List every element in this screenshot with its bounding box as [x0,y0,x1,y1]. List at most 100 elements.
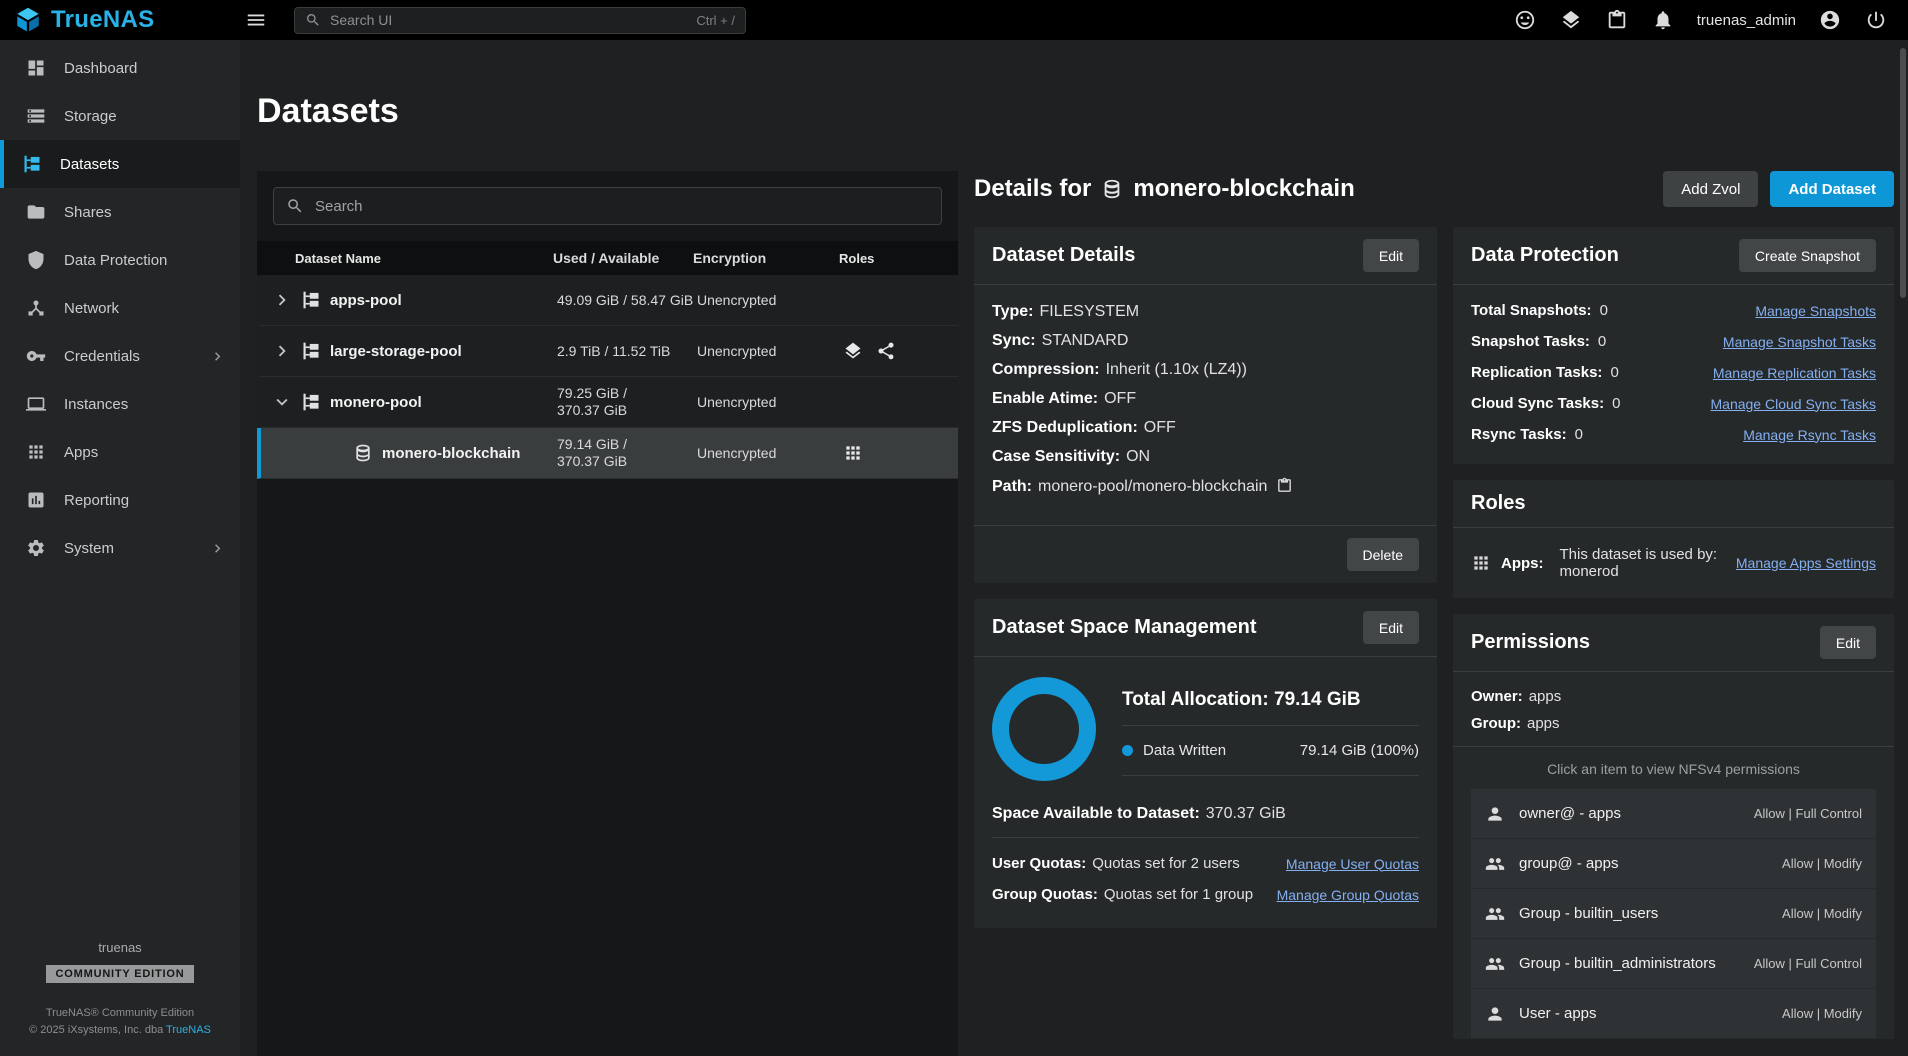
legend-dot [1122,745,1133,756]
feedback-button[interactable] [1509,4,1541,36]
table-row-apps-pool[interactable]: apps-pool 49.09 GiB / 58.47 GiB Unencryp… [257,275,958,326]
sidebar-item-apps[interactable]: Apps [0,428,240,476]
share-icon [876,341,896,361]
card-title: Dataset Space Management [992,616,1257,639]
running-jobs-button[interactable] [1601,4,1633,36]
sidebar-item-reporting[interactable]: Reporting [0,476,240,524]
clipboard-icon [1606,9,1628,31]
column-used-available[interactable]: Used / Available [553,250,693,267]
collapse-chevron-down-icon[interactable] [271,391,293,413]
pool-tree-icon [301,290,321,310]
manage-cloud-sync-tasks-link[interactable]: Manage Cloud Sync Tasks [1711,396,1877,412]
edit-permissions-button[interactable]: Edit [1820,626,1876,659]
owner-row: Owner:apps [1471,688,1876,705]
field-value: monero-pool/monero-blockchain [1038,478,1267,495]
group-label: Group: [1471,715,1521,732]
permission-item-owner[interactable]: owner@ - apps Allow | Full Control [1471,789,1876,839]
datasets-tree-icon [22,154,42,174]
scrollbar-thumb[interactable] [1900,48,1906,298]
sidebar-item-dashboard[interactable]: Dashboard [0,44,240,92]
global-search-input[interactable] [330,12,687,28]
add-zvol-button[interactable]: Add Zvol [1663,171,1758,207]
manage-rsync-tasks-link[interactable]: Manage Rsync Tasks [1743,427,1876,443]
used-line1: 79.14 GiB / [557,436,697,453]
footer-truenas-link[interactable]: TrueNAS [166,1024,211,1036]
brand-name: TrueNAS [51,6,154,34]
layers-icon [843,341,863,361]
pool-tree-icon [301,341,321,361]
owner-label: Owner: [1471,688,1523,705]
truenas-logo-icon [14,6,42,34]
group-quotas-label: Group Quotas: [992,886,1098,903]
manage-snapshots-link[interactable]: Manage Snapshots [1755,303,1876,319]
field-value: Inherit (1.10x (LZ4)) [1106,361,1247,378]
manage-group-quotas-link[interactable]: Manage Group Quotas [1277,887,1419,903]
permission-item-builtin-administrators[interactable]: Group - builtin_administrators Allow | F… [1471,939,1876,989]
expand-chevron-right-icon[interactable] [271,289,293,311]
key-icon [26,346,46,366]
copy-path-icon[interactable] [1276,477,1293,494]
permission-who: owner@ - apps [1519,805,1621,822]
permission-who: User - apps [1519,1005,1597,1022]
search-icon [305,12,321,28]
permission-item-group-at[interactable]: group@ - apps Allow | Modify [1471,839,1876,889]
field-value: STANDARD [1042,332,1129,349]
power-button[interactable] [1860,4,1892,36]
add-dataset-button[interactable]: Add Dataset [1770,171,1894,207]
encryption-cell: Unencrypted [697,394,843,410]
row-label: Replication Tasks: [1471,364,1602,381]
sidebar-label: Dashboard [64,60,137,77]
table-row-monero-pool[interactable]: monero-pool 79.25 GiB / 370.37 GiB Unenc… [257,377,958,428]
footer-copyright-text: © 2025 iXsystems, Inc. dba [29,1024,166,1036]
field-value: ON [1126,448,1150,465]
column-encryption[interactable]: Encryption [693,250,839,266]
column-roles[interactable]: Roles [839,251,958,266]
search-shortcut-hint: Ctrl + / [696,13,735,28]
manage-snapshot-tasks-link[interactable]: Manage Snapshot Tasks [1723,334,1876,350]
field-label: Path: [992,478,1032,495]
sidebar-item-instances[interactable]: Instances [0,380,240,428]
expand-chevron-right-icon[interactable] [271,340,293,362]
account-button[interactable] [1814,4,1846,36]
edit-dataset-details-button[interactable]: Edit [1363,239,1419,272]
alerts-button[interactable] [1647,4,1679,36]
edit-space-button[interactable]: Edit [1363,611,1419,644]
create-snapshot-button[interactable]: Create Snapshot [1739,239,1876,272]
column-dataset-name[interactable]: Dataset Name [257,251,553,266]
table-row-large-storage-pool[interactable]: large-storage-pool 2.9 TiB / 11.52 TiB U… [257,326,958,377]
sidebar-item-credentials[interactable]: Credentials [0,332,240,380]
menu-button[interactable] [240,4,272,36]
jobs-button[interactable] [1555,4,1587,36]
sidebar-item-storage[interactable]: Storage [0,92,240,140]
brand[interactable]: TrueNAS [14,6,240,34]
body: Dashboard Storage Datasets Shares Data P… [0,40,1908,1056]
manage-user-quotas-link[interactable]: Manage User Quotas [1286,856,1419,872]
sidebar-label: System [64,540,114,557]
permission-item-user-apps[interactable]: User - apps Allow | Modify [1471,989,1876,1039]
field-dedup: ZFS Deduplication:OFF [992,419,1419,437]
chevron-right-icon [209,348,226,365]
global-search[interactable]: Ctrl + / [294,7,746,34]
group-icon [1485,854,1505,874]
manage-replication-tasks-link[interactable]: Manage Replication Tasks [1713,365,1876,381]
delete-dataset-button[interactable]: Delete [1347,538,1419,571]
dataset-search[interactable] [273,187,942,225]
permission-item-builtin-users[interactable]: Group - builtin_users Allow | Modify [1471,889,1876,939]
total-allocation-value: 79.14 GiB [1274,689,1361,710]
sidebar-item-data-protection[interactable]: Data Protection [0,236,240,284]
hostname: truenas [98,940,141,955]
sidebar-label: Datasets [60,156,119,173]
space-management-card: Dataset Space Management Edit Total Allo… [974,599,1437,928]
used-available-cell: 79.25 GiB / 370.37 GiB [557,385,697,419]
roles-apps-row: Apps: This dataset is used by: monerod M… [1453,528,1894,598]
manage-apps-settings-link[interactable]: Manage Apps Settings [1736,555,1876,571]
sidebar-item-shares[interactable]: Shares [0,188,240,236]
sidebar-item-network[interactable]: Network [0,284,240,332]
dataset-name: monero-blockchain [382,445,520,462]
footer-edition: TrueNAS® Community Edition [46,1005,194,1023]
table-row-monero-blockchain[interactable]: monero-blockchain 79.14 GiB / 370.37 GiB… [257,428,958,479]
sidebar-item-system[interactable]: System [0,524,240,572]
bell-icon [1652,9,1674,31]
dataset-search-input[interactable] [315,198,929,215]
sidebar-item-datasets[interactable]: Datasets [0,140,240,188]
